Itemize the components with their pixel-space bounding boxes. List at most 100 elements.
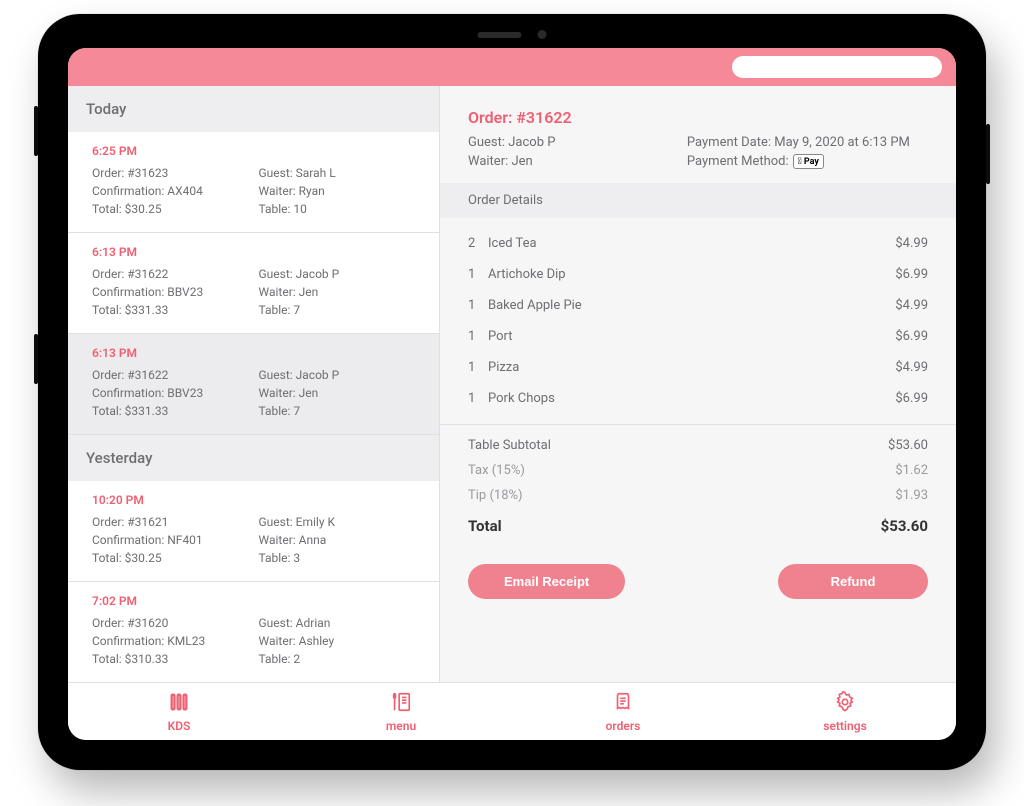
item-qty: 1: [468, 267, 488, 282]
order-table: Table: 3: [259, 549, 416, 567]
item-name: Pork Chops: [488, 391, 895, 406]
item-name: Baked Apple Pie: [488, 298, 895, 313]
order-time: 10:20 PM: [92, 493, 415, 507]
order-waiter: Waiter: Ashley: [259, 632, 416, 650]
item-name: Port: [488, 329, 895, 344]
order-total: Total: $331.33: [92, 301, 249, 319]
item-price: $6.99: [895, 267, 928, 282]
item-name: Artichoke Dip: [488, 267, 895, 282]
order-waiter: Waiter: Ryan: [259, 182, 416, 200]
item-price: $4.99: [895, 298, 928, 313]
nav-orders-label: orders: [606, 719, 641, 733]
order-title: Order: #31622: [468, 108, 928, 127]
item-qty: 1: [468, 391, 488, 406]
item-price: $4.99: [895, 236, 928, 251]
day-header: Yesterday: [68, 435, 439, 481]
gear-icon: [834, 691, 856, 716]
kds-icon: [168, 691, 190, 716]
order-confirmation: Confirmation: NF401: [92, 531, 249, 549]
order-list-item[interactable]: 6:25 PM Order: #31623 Guest: Sarah L Confir…: [68, 132, 439, 233]
order-table: Table: 7: [259, 402, 416, 420]
order-total: Total: $30.25: [92, 200, 249, 218]
bottom-nav: KDS menu orders: [68, 682, 956, 740]
nav-menu-label: menu: [386, 719, 416, 733]
order-total: Total: $30.25: [92, 549, 249, 567]
item-price: $6.99: [895, 391, 928, 406]
order-totals: Table Subtotal $53.60 Tax (15%) $1.62 Tip (1…: [440, 424, 956, 542]
order-item: 1Baked Apple Pie$4.99: [468, 290, 928, 321]
search-input[interactable]: [732, 56, 942, 78]
order-number: Order: #31620: [92, 614, 249, 632]
item-price: $4.99: [895, 360, 928, 375]
total-label: Tip (18%): [468, 488, 523, 503]
menu-icon: [390, 691, 412, 716]
guest-value: Guest: Jacob P: [468, 135, 555, 150]
order-guest: Guest: Adrian: [259, 614, 416, 632]
order-number: Order: #31621: [92, 513, 249, 531]
order-total: Total: $331.33: [92, 402, 249, 420]
order-number: Order: #31622: [92, 366, 249, 384]
total-label: Total: [468, 517, 502, 535]
order-confirmation: Confirmation: AX404: [92, 182, 249, 200]
order-item: 1Pork Chops$6.99: [468, 383, 928, 414]
order-number: Order: #31623: [92, 164, 249, 182]
order-time: 6:13 PM: [92, 346, 415, 360]
order-guest: Guest: Jacob P: [259, 265, 416, 283]
total-value: $1.93: [895, 488, 928, 503]
order-item: 1Pizza$4.99: [468, 352, 928, 383]
order-item: 1Artichoke Dip$6.99: [468, 259, 928, 290]
order-list-item[interactable]: 6:13 PM Order: #31622 Guest: Jacob P Confir…: [68, 233, 439, 334]
waiter-value: Waiter: Jen: [468, 154, 533, 169]
apple-pay-chip:  Pay: [793, 154, 824, 169]
order-title-label: Order:: [468, 108, 516, 127]
order-confirmation: Confirmation: BBV23: [92, 384, 249, 402]
nav-kds[interactable]: KDS: [68, 683, 290, 740]
order-guest: Guest: Emily K: [259, 513, 416, 531]
order-confirmation: Confirmation: BBV23: [92, 283, 249, 301]
order-table: Table: 10: [259, 200, 416, 218]
total-value: $53.60: [888, 438, 928, 453]
nav-kds-label: KDS: [168, 719, 191, 733]
order-guest: Guest: Jacob P: [259, 366, 416, 384]
order-guest: Guest: Sarah L: [259, 164, 416, 182]
day-header: Today: [68, 86, 439, 132]
payment-method-line: Payment Method:  Pay: [687, 154, 928, 169]
nav-menu[interactable]: menu: [290, 683, 512, 740]
refund-button[interactable]: Refund: [778, 564, 928, 599]
topbar: [68, 48, 956, 86]
order-item: 1Port$6.99: [468, 321, 928, 352]
order-list-item[interactable]: 6:13 PM Order: #31622 Guest: Jacob P Confir…: [68, 334, 439, 435]
total-label: Tax (15%): [468, 463, 525, 478]
order-table: Table: 7: [259, 301, 416, 319]
order-waiter: Waiter: Jen: [259, 283, 416, 301]
item-qty: 1: [468, 298, 488, 313]
total-label: Table Subtotal: [468, 438, 551, 453]
payment-date-value: Payment Date: May 9, 2020 at 6:13 PM: [687, 135, 910, 150]
order-list-item[interactable]: 7:02 PMOrder: #31620Guest: AdrianConfirm…: [68, 582, 439, 682]
receipt-icon: [612, 691, 634, 716]
payment-date-line: Payment Date: May 9, 2020 at 6:13 PM: [687, 135, 928, 150]
order-waiter: Waiter: Anna: [259, 531, 416, 549]
email-receipt-button[interactable]: Email Receipt: [468, 564, 625, 599]
item-name: Pizza: [488, 360, 895, 375]
order-item: 2Iced Tea$4.99: [468, 228, 928, 259]
nav-settings-label: settings: [823, 719, 867, 733]
item-price: $6.99: [895, 329, 928, 344]
order-waiter: Waiter: Jen: [259, 384, 416, 402]
order-time: 6:13 PM: [92, 245, 415, 259]
total-value: $1.62: [895, 463, 928, 478]
order-number: Order: #31622: [92, 265, 249, 283]
total-row: Tax (15%) $1.62: [468, 458, 928, 483]
item-qty: 1: [468, 360, 488, 375]
order-table: Table: 2: [259, 650, 416, 668]
item-qty: 2: [468, 236, 488, 251]
nav-orders[interactable]: orders: [512, 683, 734, 740]
orders-sidebar: Today 6:25 PM Order: #31623 Guest: Sarah L C…: [68, 86, 440, 682]
nav-settings[interactable]: settings: [734, 683, 956, 740]
order-detail-panel: Order: #31622 Guest: Jacob P Payment Dat…: [440, 86, 956, 682]
payment-method-label: Payment Method:: [687, 154, 789, 169]
order-time: 6:25 PM: [92, 144, 415, 158]
order-items-list: 2Iced Tea$4.991Artichoke Dip$6.991Baked …: [440, 218, 956, 420]
order-list-item[interactable]: 10:20 PM Order: #31621 Guest: Emily K Confi…: [68, 481, 439, 582]
item-name: Iced Tea: [488, 236, 895, 251]
